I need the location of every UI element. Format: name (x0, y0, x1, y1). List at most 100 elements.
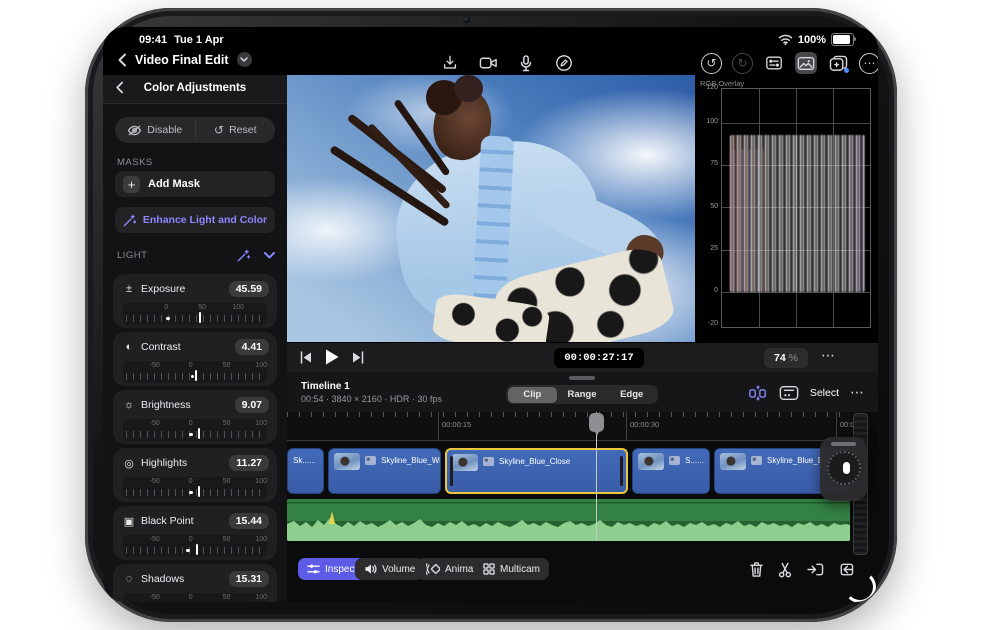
collapse-chevron-icon[interactable] (264, 251, 275, 259)
slider-ruler[interactable]: -50 0 50 100 (123, 477, 267, 499)
slider-ruler[interactable]: -50 0 50 100 (123, 535, 267, 557)
jog-marker (842, 462, 850, 474)
enhance-label: Enhance Light and Color (142, 214, 268, 226)
record-audio-button[interactable] (515, 52, 537, 74)
clip-label: Sk...... (293, 456, 316, 465)
clip-thumbnail (638, 453, 664, 470)
ruler-label: 00:00:30 (630, 420, 660, 429)
import-button[interactable] (439, 52, 461, 74)
photo-icon (797, 56, 815, 70)
inspector-toggle-button[interactable] (763, 52, 785, 74)
front-camera (462, 16, 470, 23)
play-button[interactable] (324, 348, 340, 371)
redo-button[interactable]: ↻ (732, 52, 753, 74)
inspect-label: Inspect (325, 563, 358, 575)
more-button[interactable]: ⋯ (859, 52, 878, 74)
shadows-icon: ◌ (125, 573, 133, 585)
back-icon[interactable] (117, 53, 127, 67)
undo-button[interactable]: ↺ (701, 52, 722, 74)
trim-handle-left[interactable] (450, 456, 453, 486)
clip-appearance-icon[interactable] (779, 385, 799, 401)
volume-label: Volume (382, 563, 416, 575)
more-icon: ⋯ (863, 56, 876, 70)
timecode-display[interactable]: 00:00:27:17 (554, 348, 644, 368)
ipad-device: 09:41 Tue 1 Apr 100% Video Final Edit ↺ (85, 8, 897, 622)
timeline-drag-handle[interactable] (569, 376, 595, 380)
timeline-more-button[interactable]: ⋯ (850, 384, 864, 401)
jog-wheel[interactable] (820, 437, 867, 501)
color-adjustments-panel: Color Adjustments Disable ↺ Reset MASKS … (103, 75, 287, 602)
slider-label: Black Point (141, 515, 194, 527)
viewer-zoom-control[interactable]: 74 % (764, 348, 808, 368)
multicam-label: Multicam (500, 563, 541, 575)
light-section-header: LIGHT (117, 247, 275, 263)
video-viewer[interactable] (287, 75, 695, 342)
slider-value[interactable]: 4.41 (234, 339, 269, 355)
clip-skyline-partial[interactable]: Sk...... (287, 448, 324, 494)
audio-track[interactable] (287, 499, 850, 541)
jog-dial[interactable] (826, 451, 861, 485)
animate-icon (426, 563, 440, 575)
slider-value[interactable]: 15.44 (228, 513, 269, 529)
mic-icon (520, 54, 532, 71)
slider-value[interactable]: 11.27 (229, 455, 269, 471)
timeline-name[interactable]: Timeline 1 (301, 381, 350, 392)
status-bar: 09:41 Tue 1 Apr 100% (103, 33, 878, 49)
mode-range[interactable]: Range (557, 387, 607, 403)
skip-forward-button[interactable] (351, 350, 365, 370)
volume-button[interactable]: Volume (355, 558, 425, 580)
playhead-tip (593, 430, 600, 436)
clip-skyline-blue-wide[interactable]: Skyline_Blue_Wide (328, 448, 441, 494)
slider-value[interactable]: 9.07 (234, 397, 269, 413)
timeline-ruler[interactable]: 00:00:15 00:00:30 00:00:4 (287, 412, 865, 441)
record-video-button[interactable] (477, 52, 499, 74)
slider-value[interactable]: 45.59 (228, 281, 269, 297)
slider-label: Highlights (141, 457, 188, 469)
reset-button[interactable]: ↺ Reset (196, 117, 276, 143)
enhance-button[interactable]: Enhance Light and Color (115, 207, 275, 233)
clip-s-truncated[interactable]: S...... (632, 448, 710, 494)
split-button[interactable] (774, 558, 796, 580)
trim-handle-right[interactable] (620, 456, 623, 486)
slider-ruler[interactable]: -50 0 50 100 (123, 361, 267, 383)
project-title[interactable]: Video Final Edit (135, 53, 229, 67)
slider-value[interactable]: 15.31 (228, 571, 269, 587)
add-mask-button[interactable]: + Add Mask (115, 171, 275, 197)
overwrite-button[interactable] (804, 558, 826, 580)
trash-icon (749, 561, 763, 577)
mode-edge[interactable]: Edge (607, 387, 657, 403)
title-menu-button[interactable] (236, 52, 252, 67)
delete-button[interactable] (745, 558, 767, 580)
timeline-header: Timeline 1 00:54 · 3840 × 2160 · HDR · 3… (287, 372, 878, 412)
jog-drag-handle[interactable] (831, 442, 856, 446)
connect-clip-icon[interactable] (748, 385, 768, 401)
axis-label: 25 (710, 245, 718, 252)
timeline-meta: 00:54 · 3840 × 2160 · HDR · 30 fps (301, 394, 442, 404)
slider-ruler[interactable]: -50 0 50 100 (123, 593, 267, 602)
clip-skyline-blue-close[interactable]: Skyline_Blue_Close (445, 448, 628, 494)
redo-icon: ↻ (737, 56, 748, 70)
mode-clip[interactable]: Clip (507, 386, 558, 403)
pencil-tools-button[interactable] (553, 52, 575, 74)
photo-badge-icon (483, 457, 494, 466)
slider-ruler[interactable]: -50 0 50 100 (123, 419, 267, 441)
clip-label: Skyline_Blue_Close (499, 457, 571, 466)
axis-label: -20 (707, 320, 718, 327)
select-button[interactable]: Select (810, 387, 839, 399)
skip-back-button[interactable] (299, 350, 313, 370)
viewer-more-button[interactable]: ⋯ (821, 347, 836, 364)
multicam-button[interactable]: Multicam (474, 558, 550, 580)
eye-off-icon (128, 125, 142, 135)
audio-waveform (287, 499, 850, 541)
light-wand-icon[interactable] (237, 249, 250, 262)
bottom-toolbar: Inspect Volume Animate Multicam (287, 552, 878, 592)
disable-button[interactable]: Disable (115, 117, 195, 143)
slider-ruler[interactable]: 0 50 100 (123, 303, 267, 325)
clip-label: Skyline_Blue_Wide (381, 456, 440, 465)
slider-label: Brightness (141, 399, 191, 411)
inspector-icon (766, 56, 782, 70)
chevron-down-icon (240, 57, 248, 62)
media-browser-button[interactable] (827, 52, 849, 74)
slider-label: Shadows (141, 573, 185, 585)
viewer-toggle-button[interactable] (795, 52, 817, 74)
